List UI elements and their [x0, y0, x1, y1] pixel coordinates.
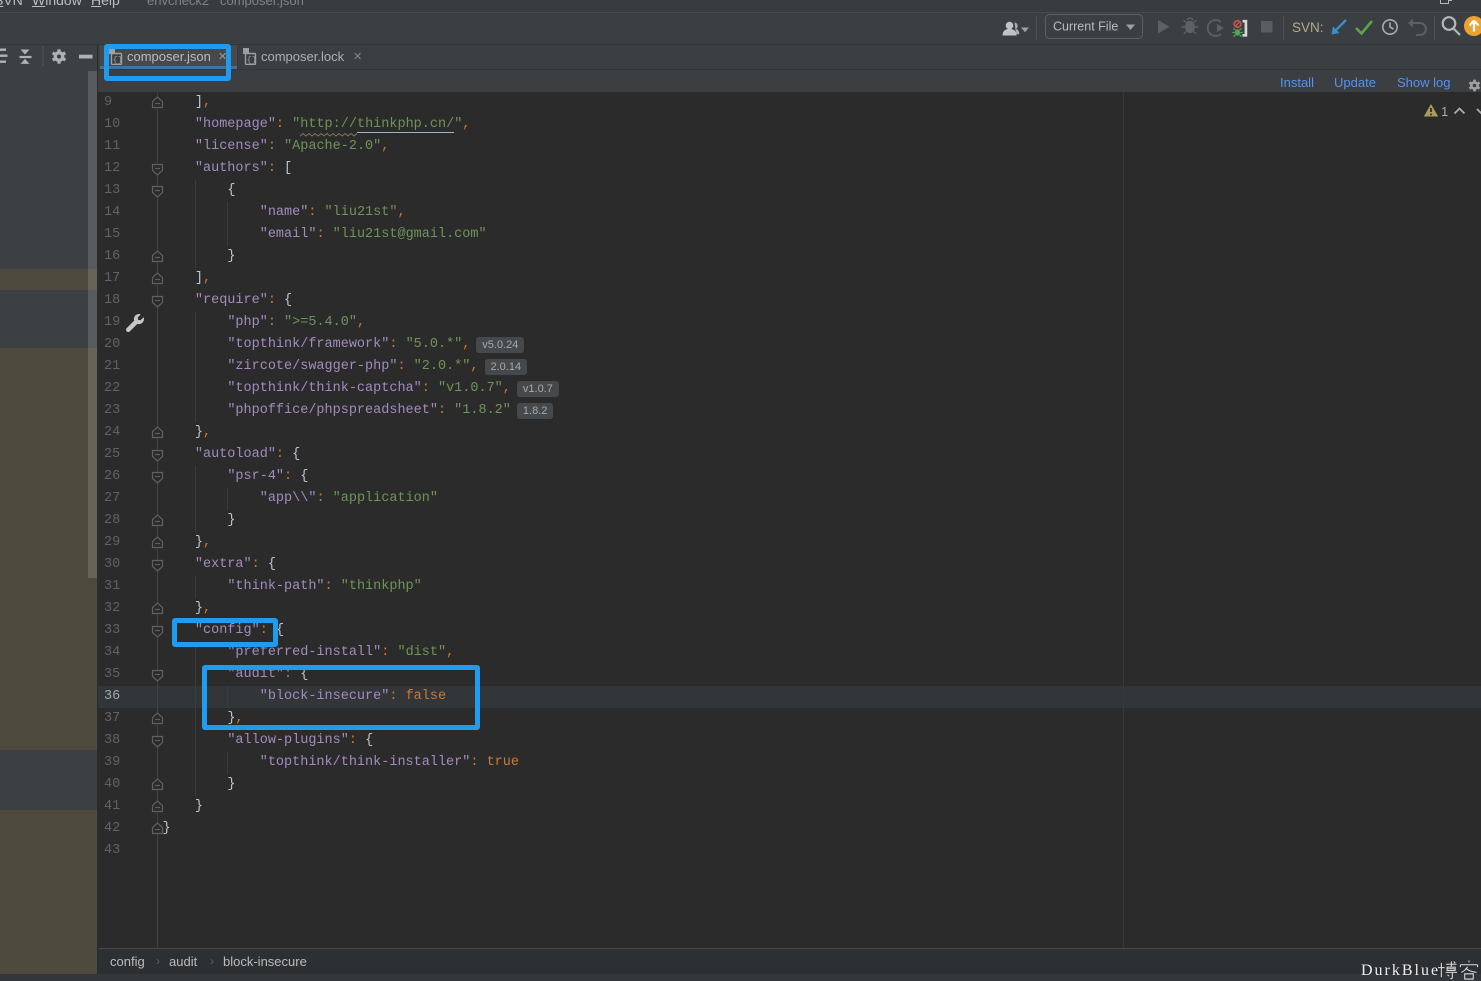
svg-text:Current File: Current File — [1053, 20, 1118, 34]
svg-text:SVN:: SVN: — [1292, 20, 1324, 35]
svg-text:1: 1 — [1441, 104, 1448, 119]
svg-text:{}: {} — [247, 55, 257, 65]
